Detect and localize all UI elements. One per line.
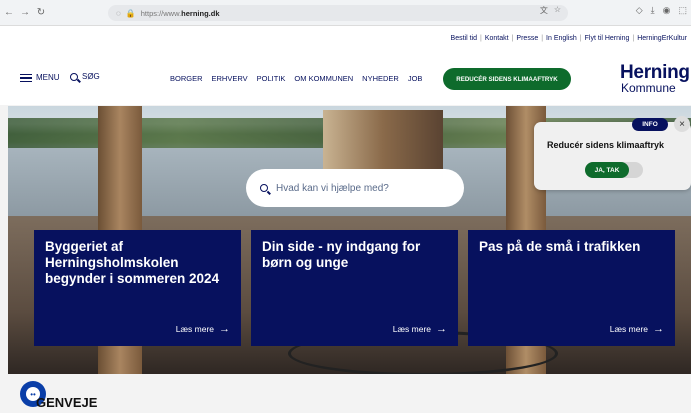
hero-search-input[interactable]: Hvad kan vi hjælpe med? bbox=[246, 169, 464, 207]
hero-building bbox=[323, 110, 443, 170]
browser-toolbar: ← → ↻ ◌ 🔒 https://www. herning.dk 文 ☆ ◇ ⤓… bbox=[0, 0, 691, 26]
reload-icon[interactable]: ↻ bbox=[34, 6, 48, 20]
news-card[interactable]: Din side - ny indgang for børn og unge L… bbox=[251, 230, 458, 346]
translate-icon[interactable]: 文 bbox=[540, 5, 548, 16]
search-button[interactable]: SØG bbox=[70, 72, 100, 81]
logo-line1: Herning bbox=[620, 62, 690, 83]
popup-title: Reducér sidens klimaaftryk bbox=[547, 140, 665, 150]
extensions-icon[interactable]: ⬚ bbox=[678, 5, 687, 16]
news-card-title: Byggeriet af Herningsholmskolen begynder… bbox=[45, 239, 220, 286]
search-label: SØG bbox=[82, 72, 100, 81]
herning-logo[interactable]: Herning Kommune bbox=[620, 63, 690, 95]
account-icon[interactable]: ◉ bbox=[663, 5, 671, 16]
arrow-right-icon: → bbox=[436, 323, 447, 335]
nav-erhverv[interactable]: ERHVERV bbox=[212, 74, 248, 83]
nav-politik[interactable]: POLITIK bbox=[257, 74, 286, 83]
bookmark-star-icon[interactable]: ☆ bbox=[554, 5, 561, 16]
util-link-kontakt[interactable]: Kontakt bbox=[485, 35, 509, 42]
util-link-bestil-tid[interactable]: Bestil tid bbox=[451, 35, 477, 42]
util-link-english[interactable]: In English bbox=[546, 35, 577, 42]
hero-search-placeholder: Hvad kan vi hjælpe med? bbox=[276, 182, 389, 194]
forward-icon[interactable]: → bbox=[18, 6, 32, 20]
news-card[interactable]: Byggeriet af Herningsholmskolen begynder… bbox=[34, 230, 241, 346]
arrow-right-icon: → bbox=[219, 323, 230, 335]
hamburger-icon bbox=[20, 73, 32, 82]
close-icon[interactable]: × bbox=[674, 116, 690, 132]
nav-job[interactable]: JOB bbox=[408, 74, 423, 83]
address-bar[interactable]: ◌ 🔒 https://www. herning.dk bbox=[108, 5, 568, 21]
util-link-presse[interactable]: Presse bbox=[516, 35, 538, 42]
reduce-climate-button[interactable]: REDUCÉR SIDENS KLIMAAFTRYK bbox=[443, 68, 571, 90]
nav-nyheder[interactable]: NYHEDER bbox=[362, 74, 399, 83]
news-card-title: Pas på de små i trafikken bbox=[479, 239, 641, 254]
utility-nav: Bestil tid | Kontakt | Presse | In English |… bbox=[0, 26, 691, 51]
climate-toggle[interactable]: JA, TAK bbox=[585, 162, 643, 178]
main-nav: BORGER ERHVERV POLITIK OM KOMMUNEN NYHED… bbox=[170, 74, 431, 83]
url-host: herning.dk bbox=[181, 8, 220, 18]
search-icon bbox=[70, 72, 78, 81]
section-title-genveje: GENVEJE bbox=[36, 395, 98, 410]
shield-icon: ◌ bbox=[116, 8, 121, 18]
site-header: MENU SØG BORGER ERHVERV POLITIK OM KOMMU… bbox=[0, 51, 691, 105]
back-icon[interactable]: ← bbox=[2, 6, 16, 20]
logo-line2: Kommune bbox=[621, 81, 676, 95]
toggle-on-label: JA, TAK bbox=[585, 162, 629, 178]
menu-button[interactable]: MENU bbox=[20, 73, 60, 82]
read-more-link[interactable]: Læs mere → bbox=[610, 323, 664, 335]
util-link-kultur[interactable]: HerningErKultur bbox=[637, 35, 687, 42]
news-card-title: Din side - ny indgang for børn og unge bbox=[262, 239, 421, 270]
lock-icon: 🔒 bbox=[125, 8, 136, 18]
arrow-right-icon: → bbox=[653, 323, 664, 335]
pocket-icon[interactable]: ◇ bbox=[636, 5, 643, 16]
url-prefix: https://www. bbox=[140, 8, 182, 18]
news-card[interactable]: Pas på de små i trafikken Læs mere → bbox=[468, 230, 675, 346]
read-more-link[interactable]: Læs mere → bbox=[176, 323, 230, 335]
climate-popup: INFO × Reducér sidens klimaaftryk JA, TA… bbox=[534, 116, 691, 190]
menu-label: MENU bbox=[36, 73, 60, 82]
nav-borger[interactable]: BORGER bbox=[170, 74, 203, 83]
read-more-link[interactable]: Læs mere → bbox=[393, 323, 447, 335]
nav-om-kommunen[interactable]: OM KOMMUNEN bbox=[294, 74, 353, 83]
util-link-flyt[interactable]: Flyt til Herning bbox=[585, 35, 630, 42]
download-icon[interactable]: ⤓ bbox=[651, 5, 655, 16]
info-badge: INFO bbox=[632, 118, 668, 131]
search-icon bbox=[260, 184, 268, 192]
